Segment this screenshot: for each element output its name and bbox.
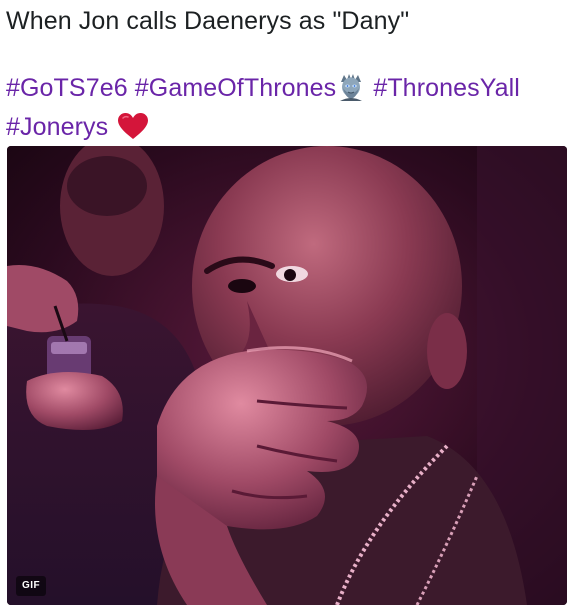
hashtag-gots7e6[interactable]: #GoTS7e6 — [6, 74, 128, 102]
gif-badge: GIF — [16, 576, 47, 596]
gif-media[interactable]: GIF — [7, 146, 567, 605]
gif-frame-image — [7, 146, 567, 605]
heart-icon — [117, 112, 149, 149]
hashtag-jonerys[interactable]: #Jonerys — [6, 113, 108, 141]
hashtag-thronesyall[interactable]: #ThronesYall — [373, 74, 520, 102]
hashtag-line-1: #GoTS7e6 #GameOfThrones #ThronesYall — [6, 71, 572, 110]
night-king-icon — [338, 73, 364, 110]
tweet-text: When Jon calls Daenerys as "Dany" #GoTS7… — [6, 4, 572, 149]
tweet-caption: When Jon calls Daenerys as "Dany" — [6, 7, 410, 35]
hashtag-line-2: #Jonerys — [6, 110, 572, 149]
hashtag-gameofthrones[interactable]: #GameOfThrones — [135, 74, 337, 102]
